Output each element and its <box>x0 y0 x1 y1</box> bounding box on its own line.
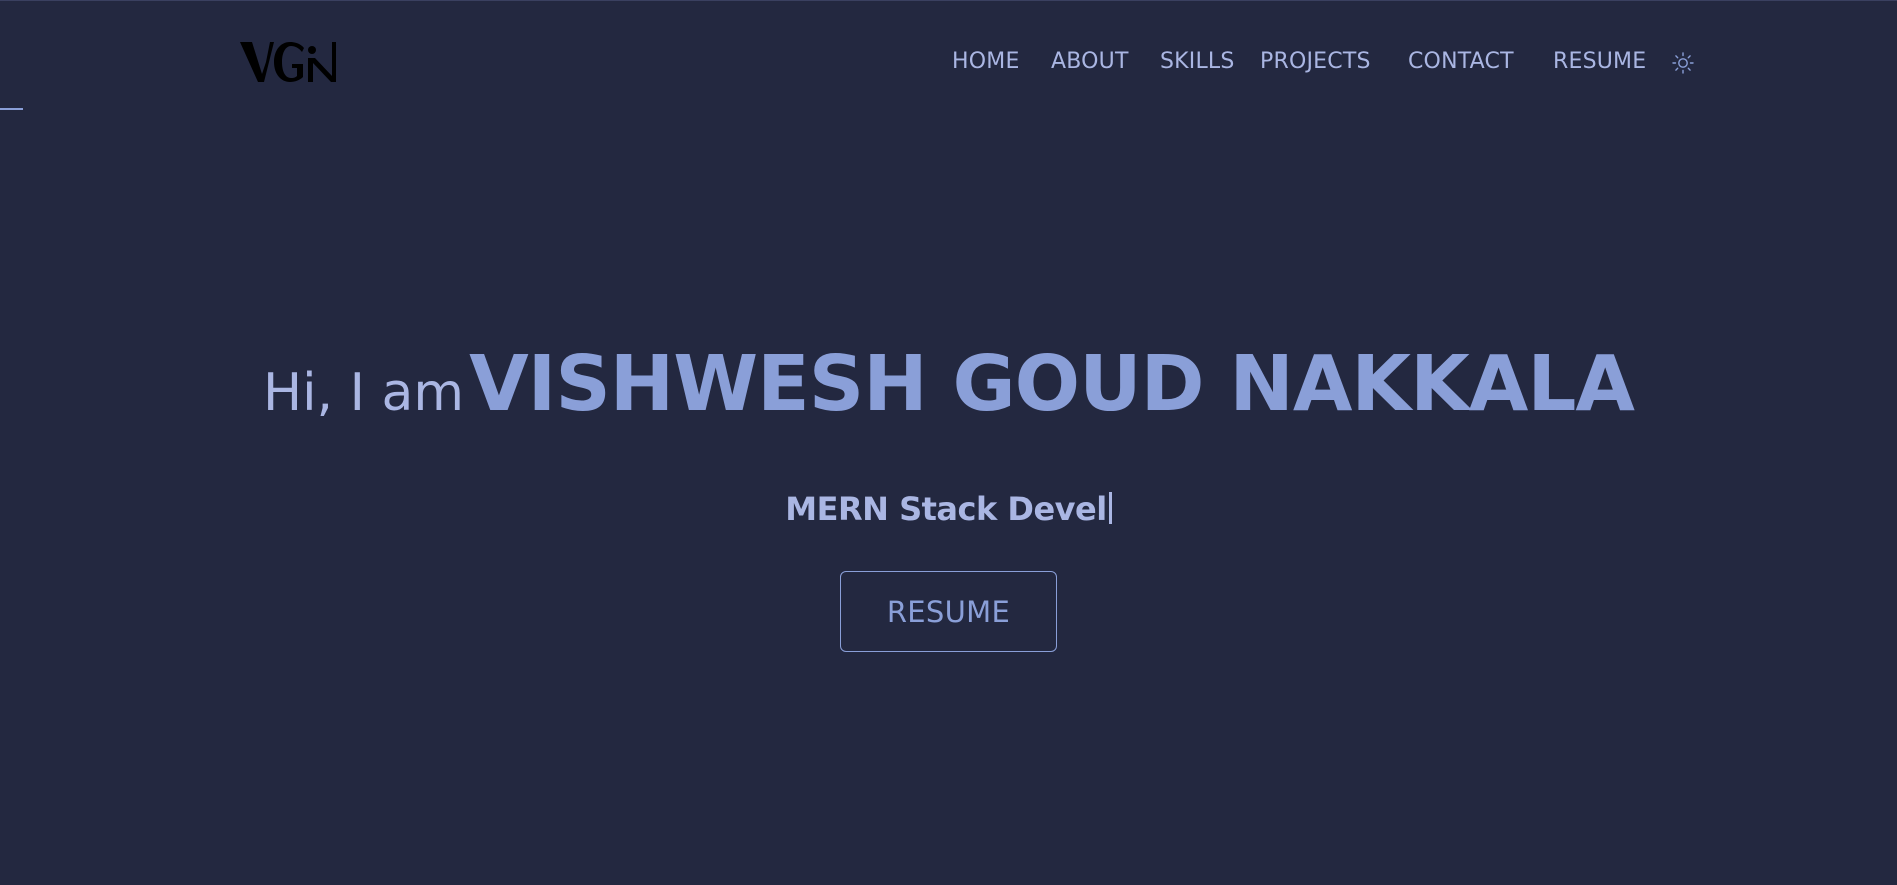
theme-toggle-button[interactable] <box>1671 51 1695 75</box>
navbar: HOME ABOUT SKILLS PROJECTS CONTACT RESUM… <box>0 0 1897 125</box>
nav-link-home[interactable]: HOME <box>952 48 1020 76</box>
nav-link-skills[interactable]: SKILLS <box>1160 48 1235 76</box>
resume-button[interactable]: RESUME <box>840 571 1057 652</box>
nav-link-projects[interactable]: PROJECTS <box>1260 48 1371 76</box>
nav-link-about[interactable]: ABOUT <box>1051 48 1129 76</box>
nav-link-resume[interactable]: RESUME <box>1553 48 1646 76</box>
nav-link-contact[interactable]: CONTACT <box>1408 48 1514 76</box>
sun-icon <box>1672 52 1694 74</box>
site-logo[interactable] <box>240 40 340 84</box>
typing-cursor <box>1108 492 1112 524</box>
typing-role-text: MERN Stack Devel <box>0 490 1897 528</box>
hero-heading: Hi, I am VISHWESH GOUD NAKKALA <box>0 340 1897 429</box>
hero-name: VISHWESH GOUD NAKKALA <box>469 340 1635 429</box>
greeting-text: Hi, I am <box>263 363 464 423</box>
role-text: MERN Stack Devel <box>785 490 1107 528</box>
